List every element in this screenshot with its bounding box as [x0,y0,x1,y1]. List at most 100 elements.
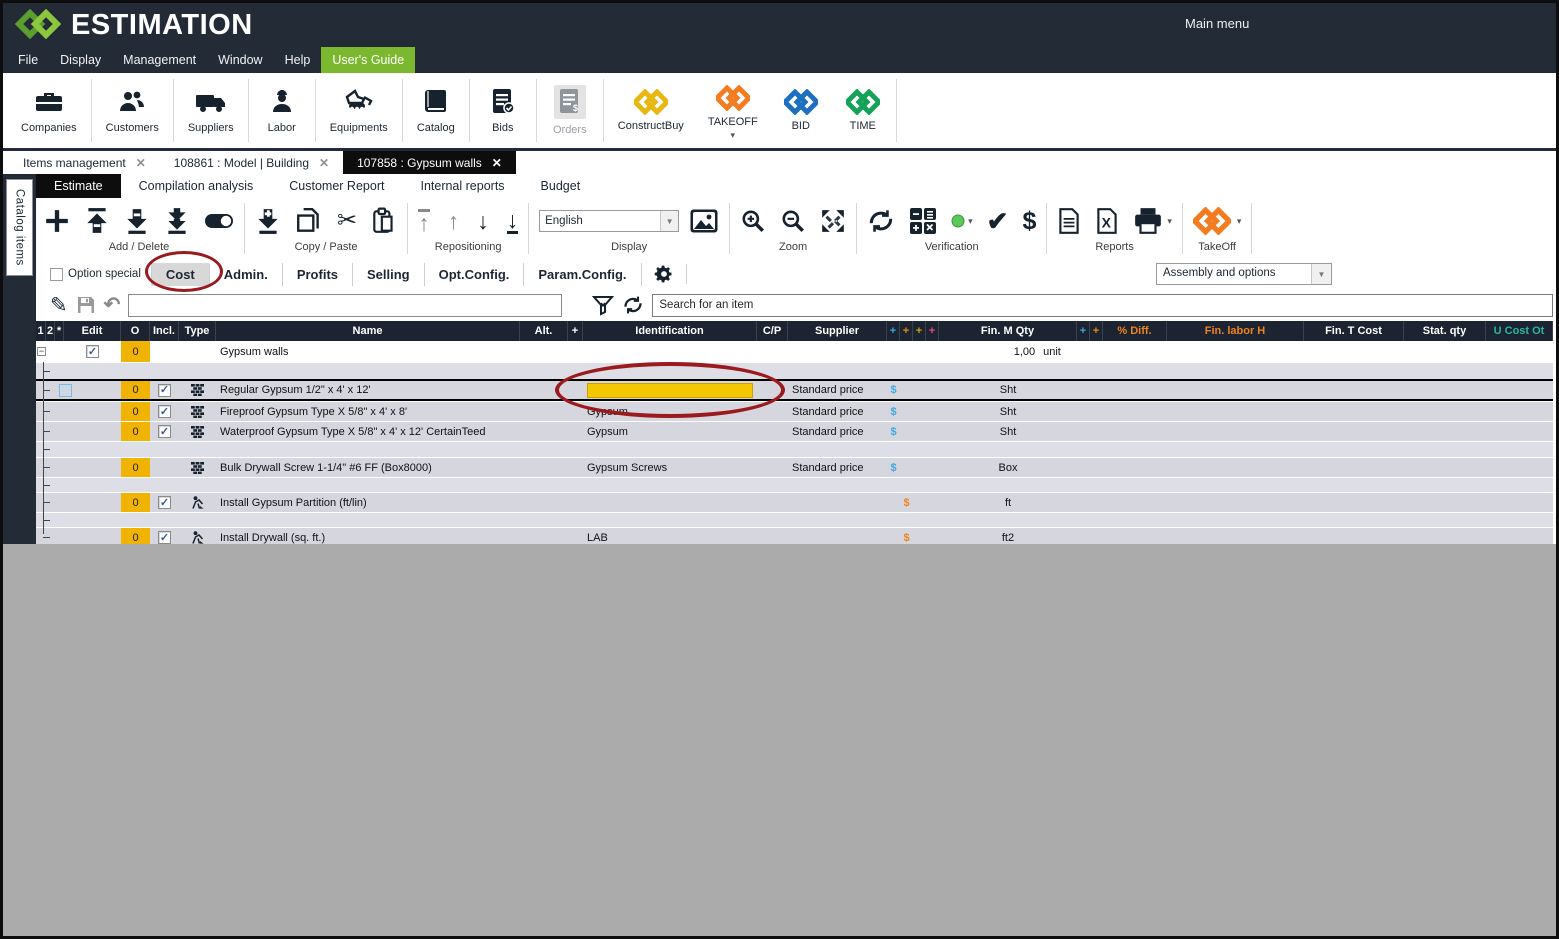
report-document-icon[interactable] [1057,207,1081,235]
import-item-icon[interactable] [255,207,281,235]
table-row-fireproof-gypsum[interactable]: 0 ✓ Fireproof Gypsum Type X 5/8" x 4' x … [36,401,1553,421]
option-special-checkbox[interactable]: Option special [36,268,151,281]
move-to-top-icon[interactable]: ↑ [418,209,430,234]
col-stat-qty[interactable]: Stat. qty [1404,321,1486,341]
labor-button[interactable]: Labor [251,73,313,148]
move-up-icon[interactable]: ↑ [448,210,460,232]
bids-button[interactable]: Bids [472,73,534,148]
tab-selling[interactable]: Selling [353,263,425,286]
menu-users-guide[interactable]: User's Guide [321,47,415,73]
col-fin-t-cost[interactable]: Fin. T Cost [1304,321,1404,341]
toggle-switch-icon[interactable] [204,213,234,229]
cut-icon[interactable]: ✂ [337,209,357,233]
refresh-filter-icon[interactable] [622,295,644,315]
takeoff-button[interactable]: TAKEOFF ▾ [696,73,770,148]
close-icon[interactable]: ✕ [136,156,146,170]
chevron-down-icon[interactable]: ▼ [660,211,678,231]
equipments-button[interactable]: Equipments [318,73,400,148]
col-fin-labor-h[interactable]: Fin. labor H [1167,321,1304,341]
constructbuy-button[interactable]: ConstructBuy [606,73,696,148]
settings-gear-icon[interactable] [642,264,687,284]
menu-display[interactable]: Display [49,47,112,73]
orders-button[interactable]: $ Orders [539,73,601,148]
time-button[interactable]: TIME [832,73,894,148]
tab-opt-config[interactable]: Opt.Config. [425,263,525,286]
chevron-down-icon[interactable]: ▼ [1311,264,1331,284]
tab-items-management[interactable]: Items management ✕ [9,151,160,174]
col-plus[interactable]: + [568,321,583,341]
tab-profits[interactable]: Profits [283,263,353,286]
tab-internal-reports[interactable]: Internal reports [402,174,522,198]
tab-compilation-analysis[interactable]: Compilation analysis [121,174,272,198]
save-icon[interactable] [76,295,96,315]
print-icon[interactable]: ▾ [1133,207,1172,235]
incl-checkbox[interactable]: ✓ [158,531,171,544]
catalog-button[interactable]: Catalog [405,73,467,148]
pricing-icon[interactable]: $ [1022,209,1036,234]
paste-icon[interactable] [371,207,397,235]
bid-button[interactable]: BID [770,73,832,148]
incl-checkbox[interactable]: ✓ [158,384,171,397]
suppliers-button[interactable]: Suppliers [176,73,246,148]
takeoff-ribbon-caret-icon[interactable]: ▾ [1237,216,1242,227]
col-cp[interactable]: C/P [757,321,788,341]
checkbox-icon[interactable] [50,268,63,281]
takeoff-ribbon-icon[interactable] [1193,207,1231,235]
status-indicator-icon[interactable]: ▾ [951,214,973,228]
filter-funnel-icon[interactable] [592,294,614,316]
fullscreen-icon[interactable] [820,208,846,234]
menu-help[interactable]: Help [274,47,322,73]
takeoff-dropdown-caret-icon[interactable]: ▾ [731,133,736,137]
excel-export-icon[interactable]: X [1095,207,1119,235]
incl-checkbox[interactable]: ✓ [158,405,171,418]
col-o[interactable]: O [121,321,150,341]
col-plus-orange2[interactable]: + [1090,321,1103,341]
col-pct-diff[interactable]: % Diff. [1103,321,1167,341]
zoom-out-icon[interactable] [780,208,806,234]
identification-highlighted-cell[interactable] [587,383,753,398]
close-icon[interactable]: ✕ [492,156,502,170]
collapse-expander-icon[interactable]: − [37,347,46,356]
move-down-icon[interactable]: ↓ [477,210,489,232]
col-alt[interactable]: Alt. [520,321,568,341]
table-row-bulk-drywall-screw[interactable]: 0 Bulk Drywall Screw 1-1/4" #6 FF (Box80… [36,457,1553,477]
move-to-bottom-icon[interactable]: ↓ [507,209,519,234]
material-dollar[interactable]: $ [887,402,900,421]
table-row-gypsum-walls[interactable]: − ✓ 0 Gypsum walls 1,00unit [36,341,1553,362]
assembly-options-select[interactable]: Assembly and options ▼ [1156,263,1332,285]
col-identification[interactable]: Identification [583,321,757,341]
table-row-regular-gypsum[interactable]: 0 ✓ Regular Gypsum 1/2" x 4' x 12' Stand… [36,379,1553,401]
incl-checkbox[interactable]: ✓ [158,425,171,438]
col-plus-blue[interactable]: + [887,321,900,341]
tab-param-config[interactable]: Param.Config. [524,263,641,286]
col-plus-olive[interactable]: + [913,321,926,341]
tab-customer-report[interactable]: Customer Report [271,174,402,198]
copy-icon[interactable] [295,207,323,235]
tab-budget[interactable]: Budget [523,174,599,198]
language-select[interactable]: English ▼ [539,210,679,232]
material-dollar[interactable]: $ [887,422,900,441]
col-2[interactable]: 2 [46,321,55,341]
col-plus-blue2[interactable]: + [1077,321,1090,341]
insert-above-icon[interactable] [84,207,110,235]
edit-checkbox[interactable]: ✓ [86,345,99,358]
delete-all-icon[interactable] [164,207,190,235]
undo-icon[interactable]: ↶ [104,295,121,315]
col-u-cost[interactable]: U Cost Ot [1486,321,1553,341]
refresh-icon[interactable] [867,208,895,234]
table-row-waterproof-gypsum[interactable]: 0 ✓ Waterproof Gypsum Type X 5/8" x 4' x… [36,421,1553,441]
companies-button[interactable]: Companies [9,73,89,148]
customers-button[interactable]: Customers [94,73,171,148]
edit-pencil-icon[interactable]: ✎ [50,295,68,316]
labor-dollar[interactable]: $ [900,493,913,512]
search-input[interactable] [652,294,1553,317]
print-dropdown-caret-icon[interactable]: ▾ [1167,216,1172,227]
delete-item-icon[interactable] [124,207,150,235]
menu-window[interactable]: Window [207,47,273,73]
incl-checkbox[interactable]: ✓ [158,496,171,509]
material-dollar[interactable]: $ [887,381,900,399]
tab-gypsum-walls[interactable]: 107858 : Gypsum walls ✕ [343,151,516,174]
table-row-install-gypsum-partition[interactable]: 0 ✓ Install Gypsum Partition (ft/lin) $ … [36,492,1553,512]
material-dollar[interactable]: $ [887,458,900,477]
zoom-in-icon[interactable] [740,208,766,234]
